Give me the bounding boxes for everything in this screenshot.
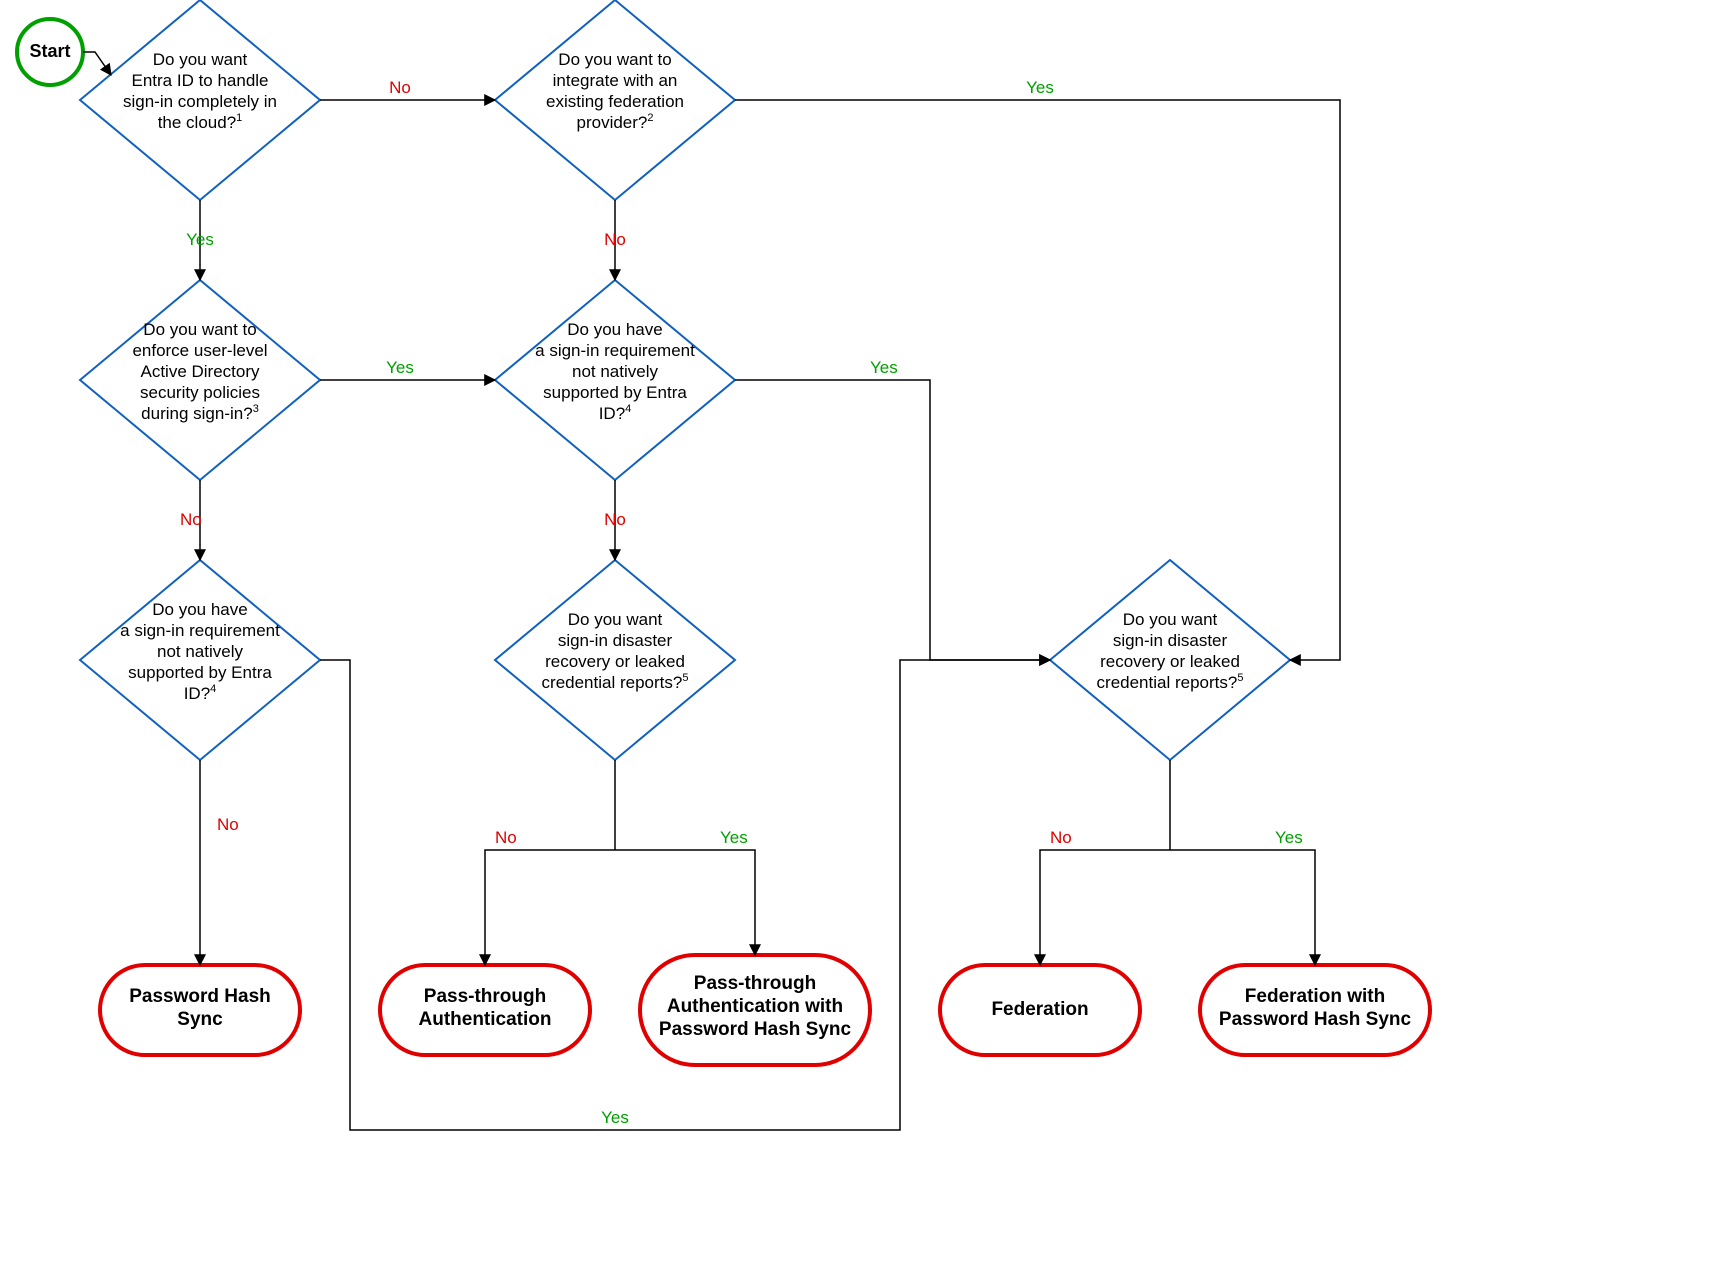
edge-start-d1 bbox=[83, 52, 111, 75]
d5-line3: supported by Entra bbox=[128, 663, 272, 682]
t1-line1: Sync bbox=[177, 1009, 223, 1030]
d2-line0: Do you want to bbox=[558, 50, 671, 69]
t4-line0: Federation bbox=[991, 999, 1088, 1020]
decision-d2: Do you want to integrate with an existin… bbox=[495, 0, 735, 200]
decision-d5: Do you have a sign-in requirement not na… bbox=[80, 560, 320, 760]
d4-line2: not natively bbox=[572, 362, 658, 381]
label-d7-no: No bbox=[1050, 828, 1072, 847]
terminator-pass-through-auth-phs: Pass-through Authentication with Passwor… bbox=[640, 955, 870, 1065]
d1-line1: Entra ID to handle bbox=[131, 71, 268, 90]
label-d1-yes: Yes bbox=[186, 230, 214, 249]
label-d5-yes: Yes bbox=[601, 1108, 629, 1127]
t5-line0: Federation with bbox=[1245, 986, 1385, 1007]
t2-line1: Authentication bbox=[419, 1009, 552, 1030]
d2-line3: provider?2 bbox=[577, 112, 654, 132]
terminator-password-hash-sync: Password Hash Sync bbox=[100, 965, 300, 1055]
terminator-pass-through-auth: Pass-through Authentication bbox=[380, 965, 590, 1055]
start-label: Start bbox=[29, 41, 70, 61]
decision-d1: Do you want Entra ID to handle sign-in c… bbox=[80, 0, 320, 200]
d5-line2: not natively bbox=[157, 642, 243, 661]
edge-d4-d7 bbox=[735, 380, 1050, 660]
decision-d7: Do you want sign-in disaster recovery or… bbox=[1050, 560, 1290, 760]
label-d3-no: No bbox=[180, 510, 202, 529]
d1-line0: Do you want bbox=[153, 50, 248, 69]
d3-line0: Do you want to bbox=[143, 320, 256, 339]
d2-line1: integrate with an bbox=[553, 71, 678, 90]
t2-line0: Pass-through bbox=[424, 986, 546, 1007]
t3-line2: Password Hash Sync bbox=[659, 1019, 852, 1040]
d5-line0: Do you have bbox=[152, 600, 247, 619]
t3-line1: Authentication with bbox=[667, 996, 843, 1017]
d6-line2: recovery or leaked bbox=[545, 652, 685, 671]
d4-line0: Do you have bbox=[567, 320, 662, 339]
d3-line2: Active Directory bbox=[140, 362, 260, 381]
terminator-federation: Federation bbox=[940, 965, 1140, 1055]
edge-d7-t4 bbox=[1040, 850, 1170, 965]
d4-line1: a sign-in requirement bbox=[535, 341, 695, 360]
d6-line3: credential reports?5 bbox=[542, 672, 689, 692]
label-d4-no: No bbox=[604, 510, 626, 529]
t5-line1: Password Hash Sync bbox=[1219, 1009, 1412, 1030]
label-d6-no: No bbox=[495, 828, 517, 847]
d7-line2: recovery or leaked bbox=[1100, 652, 1240, 671]
decision-d6: Do you want sign-in disaster recovery or… bbox=[495, 560, 735, 760]
label-d6-yes: Yes bbox=[720, 828, 748, 847]
d3-line3: security policies bbox=[140, 383, 260, 402]
d3-line1: enforce user-level bbox=[132, 341, 267, 360]
start-node: Start bbox=[17, 19, 83, 85]
edge-d7-t5 bbox=[1170, 850, 1315, 965]
edge-d6-t2 bbox=[485, 850, 615, 965]
label-d3-yes: Yes bbox=[386, 358, 414, 377]
d6-line1: sign-in disaster bbox=[558, 631, 673, 650]
d7-line1: sign-in disaster bbox=[1113, 631, 1228, 650]
decision-d3: Do you want to enforce user-level Active… bbox=[80, 280, 320, 480]
d7-line0: Do you want bbox=[1123, 610, 1218, 629]
t1-line0: Password Hash bbox=[129, 986, 271, 1007]
t3-line0: Pass-through bbox=[694, 973, 816, 994]
label-d2-yes: Yes bbox=[1026, 78, 1054, 97]
label-d2-no: No bbox=[604, 230, 626, 249]
label-d5-no: No bbox=[217, 815, 239, 834]
d5-line1: a sign-in requirement bbox=[120, 621, 280, 640]
decision-d4: Do you have a sign-in requirement not na… bbox=[495, 280, 735, 480]
d2-line2: existing federation bbox=[546, 92, 684, 111]
terminator-federation-phs: Federation with Password Hash Sync bbox=[1200, 965, 1430, 1055]
d6-line0: Do you want bbox=[568, 610, 663, 629]
label-d7-yes: Yes bbox=[1275, 828, 1303, 847]
d7-line3: credential reports?5 bbox=[1097, 672, 1244, 692]
d3-line4: during sign-in?3 bbox=[141, 403, 259, 423]
d1-line3: the cloud?1 bbox=[158, 112, 243, 132]
label-d1-no: No bbox=[389, 78, 411, 97]
d1-line2: sign-in completely in bbox=[123, 92, 277, 111]
edge-d6-t3 bbox=[615, 850, 755, 955]
label-d4-yes: Yes bbox=[870, 358, 898, 377]
d4-line3: supported by Entra bbox=[543, 383, 687, 402]
